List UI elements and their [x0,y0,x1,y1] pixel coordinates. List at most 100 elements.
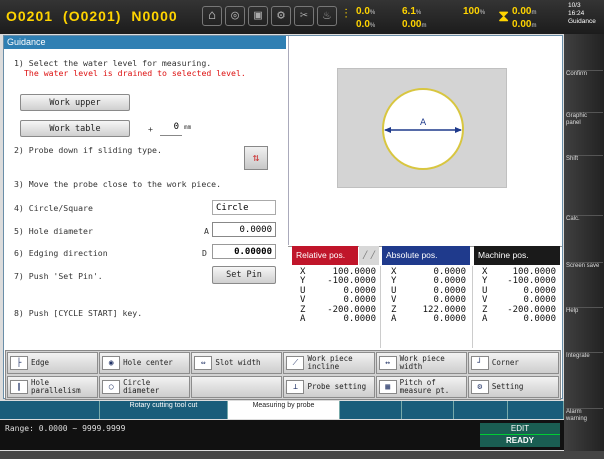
offset-value-input[interactable]: 0 [160,120,182,136]
softkey-hole-center[interactable]: ◉ Hole center [99,352,191,374]
softkey-probe-setting[interactable]: ⊥ Probe setting [283,376,375,398]
hole-center-icon: ◉ [102,356,121,370]
hole-label: A [204,226,209,236]
relative-values: 100.0000 -100.0000 0.0000 0.0000 -200.00… [327,267,376,325]
machine-pos-header[interactable]: Machine pos. [474,246,560,265]
softkey-grid: ├ Edge ◉ Hole center ⇔ Slot width ⟋ Work piece … [7,352,559,398]
softkey-label: Corner [491,358,519,367]
mode-text: EDIT [480,423,560,435]
offset-sign: + [148,124,153,134]
softkey-label: Work piece width [399,354,445,371]
menu-integrate[interactable]: Integrate [566,352,603,382]
thermometer-icon: ⫶ [344,7,348,22]
softkey-label: Setting [491,382,524,391]
softkey-work-piece-incline[interactable]: ⟋ Work piece incline [283,352,375,374]
stat-group-1: 0.0% 0.0% [356,6,376,30]
step-8-text: 8) Push [CYCLE START] key. [14,308,143,318]
width-icon: ↔ [378,356,397,370]
hourglass-icon: ⧗ [498,6,510,25]
n-number: N0000 [131,8,178,24]
edging-direction-input[interactable]: 0.00000 [212,244,276,259]
relative-axes: X Y U V Z A [300,267,306,325]
menu-shift[interactable]: Shift [566,155,603,185]
menu-graphic-panel[interactable]: Graphic panel [566,112,603,142]
softkey-setting[interactable]: ⚙ Setting [467,376,559,398]
pump-icon: ♨ [317,6,337,26]
circle-icon: ○ [102,380,121,394]
stat-group-4: 0.00m 0.00m [512,6,537,30]
softkey-label: Slot width [215,358,261,367]
tool-icon: ✂ [294,6,314,26]
range-text: Range: 0.0000 ~ 9999.9999 [5,424,126,433]
softkey-pitch-of-measure-pt[interactable]: ▦ Pitch of measure pt. [375,376,467,398]
setting-icon: ⚙ [470,380,489,394]
tab-measuring-probe[interactable]: Measuring by probe [228,401,340,419]
softkey-blank[interactable] [191,376,283,398]
softkey-label: Hole parallelism [31,378,81,395]
softkey-label: Work piece incline [307,354,353,371]
step-5-text: 5) Hole diameter [14,226,93,236]
pencil-icon[interactable]: ⁄⁄ [359,246,379,265]
step-4-text: 4) Circle/Square [14,203,93,213]
step-2-text: 2) Probe down if sliding type. [14,145,162,155]
softkey-work-piece-width[interactable]: ↔ Work piece width [375,352,467,374]
tab-blank-1[interactable] [0,401,100,419]
tab-blank-4[interactable] [454,401,508,419]
lamp-icon: ◎ [225,6,245,26]
monitor-icon: ▣ [248,6,268,26]
softkey-label: Circle diameter [123,378,160,395]
softkey-label: Edge [31,358,50,367]
coolant-icon: ⌂ [202,6,222,26]
edging-label: D [202,248,207,258]
menu-alarm-warning[interactable]: Alarm warning [566,408,603,438]
corner-icon: ┘ [470,356,489,370]
machine-values: 100.0000 -100.0000 0.0000 0.0000 -200.00… [507,267,556,325]
shape-select[interactable]: Circle [212,200,276,215]
state-text: READY [505,436,534,445]
tab-blank-5[interactable] [508,401,564,419]
menu-screen-save[interactable]: Screen save [566,262,603,292]
stat-group-3: 100% [463,6,486,17]
hole-diameter-input[interactable]: 0.0000 [212,222,276,237]
absolute-values: 0.0000 0.0000 0.0000 0.0000 122.0000 0.0… [422,267,466,325]
step-6-text: 6) Edging direction [14,248,108,258]
o-sub-number: (O0201) [63,8,122,24]
absolute-pos-header[interactable]: Absolute pos. [382,246,470,265]
guidance-title: Guidance [4,36,286,49]
o-number: O0201 [6,8,54,24]
softkey-edge[interactable]: ├ Edge [7,352,99,374]
pitch-icon: ▦ [378,380,397,394]
softkey-label: Hole center [123,358,173,367]
softkey-hole-parallelism[interactable]: ∥ Hole parallelism [7,376,99,398]
probe-down-icon[interactable]: ⇅ [244,146,268,170]
set-pin-button[interactable]: Set Pin [212,266,276,284]
softkey-corner[interactable]: ┘ Corner [467,352,559,374]
relative-pos-header[interactable]: Relative pos. [292,246,358,265]
function-key-strip [0,451,604,459]
gear-icon: ⚙ [271,6,291,26]
incline-icon: ⟋ [286,356,305,370]
menu-help[interactable]: Help [566,307,603,337]
menu-calc[interactable]: Calc. [566,215,603,245]
step-3-text: 3) Move the probe close to the work piec… [14,179,222,189]
clock-panel: 10/3 16:24 Guidance [568,2,596,25]
softkey-label: Pitch of measure pt. [399,378,450,395]
stat-group-2: 6.1% 0.00m [402,6,427,30]
tab-rotary-cutting[interactable]: Rotary cutting tool cut [100,401,228,419]
softkey-slot-width[interactable]: ⇔ Slot width [191,352,283,374]
tab-blank-2[interactable] [340,401,402,419]
tab-blank-3[interactable] [402,401,454,419]
step-1-note: The water level is drained to selected l… [24,68,246,78]
hole-circle [382,88,464,170]
work-upper-button[interactable]: Work upper [20,94,130,111]
slot-width-icon: ⇔ [194,356,213,370]
menu-confirm[interactable]: Confirm [566,70,603,100]
hole-diagram-svg: A [382,88,464,170]
edge-icon: ├ [10,356,28,370]
probe-icon: ⊥ [286,380,305,394]
softkey-label: Probe setting [307,382,367,391]
hole-diagram: A [337,68,507,188]
step-7-text: 7) Push 'Set Pin'. [14,271,103,281]
softkey-circle-diameter[interactable]: ○ Circle diameter [99,376,191,398]
work-table-button[interactable]: Work table [20,120,130,137]
